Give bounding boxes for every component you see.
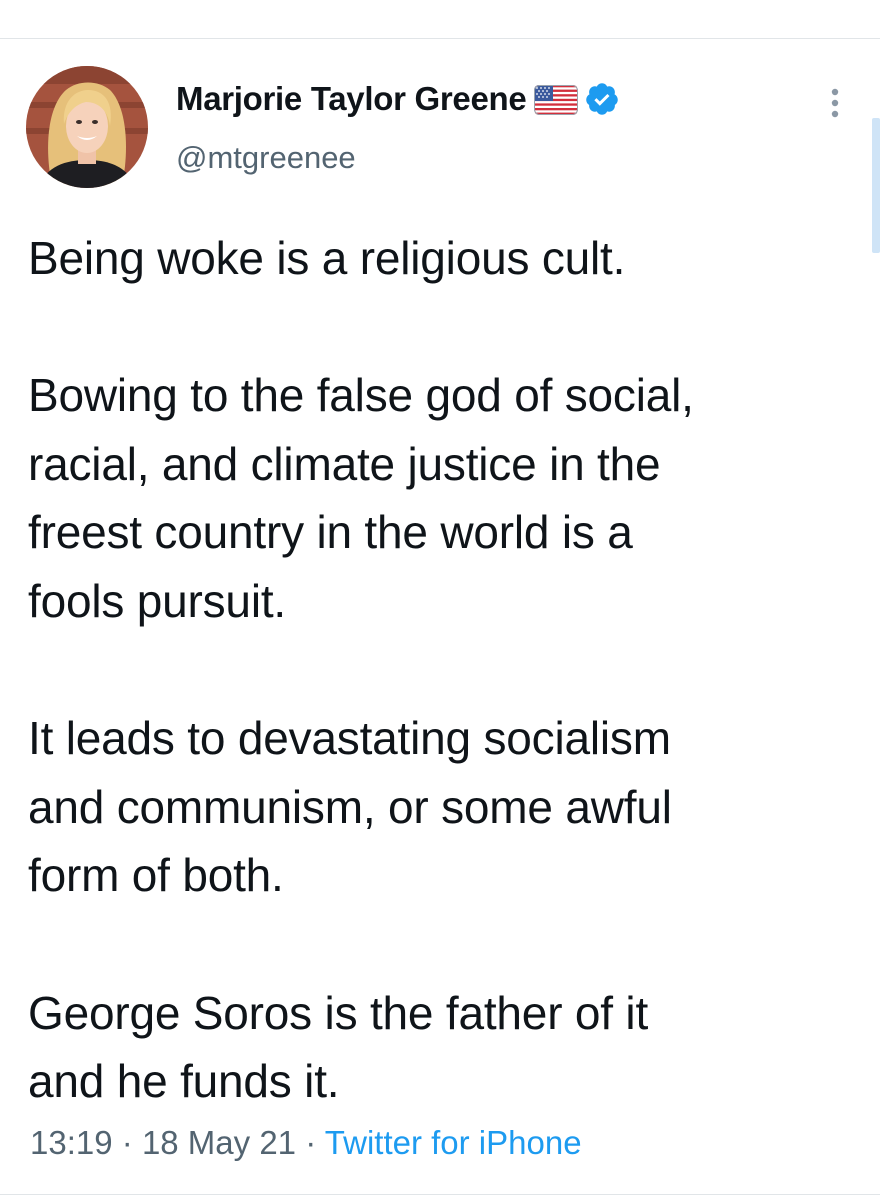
avatar[interactable]	[26, 66, 148, 188]
tweet-line: Bowing to the false god of social,	[28, 369, 694, 422]
bottom-divider	[0, 1194, 880, 1195]
tweet-line: racial, and climate justice in the	[28, 437, 661, 490]
more-options-button[interactable]	[818, 86, 852, 122]
more-vertical-icon	[831, 88, 839, 118]
author-name[interactable]: Marjorie Taylor Greene	[176, 80, 620, 118]
tweet-line: and communism, or some awful	[28, 780, 672, 833]
verified-badge-icon	[584, 81, 620, 117]
top-divider	[0, 38, 880, 39]
scrollbar[interactable]	[872, 118, 880, 253]
tweet-line: It leads to devastating socialism	[28, 712, 671, 765]
author-handle[interactable]: @mtgreenee	[176, 140, 356, 176]
author-name-label: Marjorie Taylor Greene	[176, 80, 527, 117]
tweet-time[interactable]: 13:19	[30, 1124, 113, 1161]
tweet-line: form of both.	[28, 849, 284, 902]
avatar-image	[26, 66, 148, 188]
meta-separator: ·	[305, 1124, 317, 1161]
tweet-text: Being woke is a religious cult. Bowing t…	[28, 224, 858, 1116]
us-flag-icon	[534, 85, 579, 115]
meta-separator: ·	[121, 1124, 133, 1161]
tweet-source-link[interactable]: Twitter for iPhone	[325, 1124, 582, 1161]
tweet-date[interactable]: 18 May 21	[142, 1124, 296, 1161]
tweet-line: George Soros is the father of it	[28, 986, 649, 1039]
tweet-line: and he funds it.	[28, 1055, 340, 1108]
tweet-line: Being woke is a religious cult.	[28, 232, 626, 284]
tweet-meta: 13:19 · 18 May 21 · Twitter for iPhone	[30, 1124, 582, 1162]
tweet-line: freest country in the world is a	[28, 506, 633, 559]
tweet-line: fools pursuit.	[28, 574, 286, 627]
